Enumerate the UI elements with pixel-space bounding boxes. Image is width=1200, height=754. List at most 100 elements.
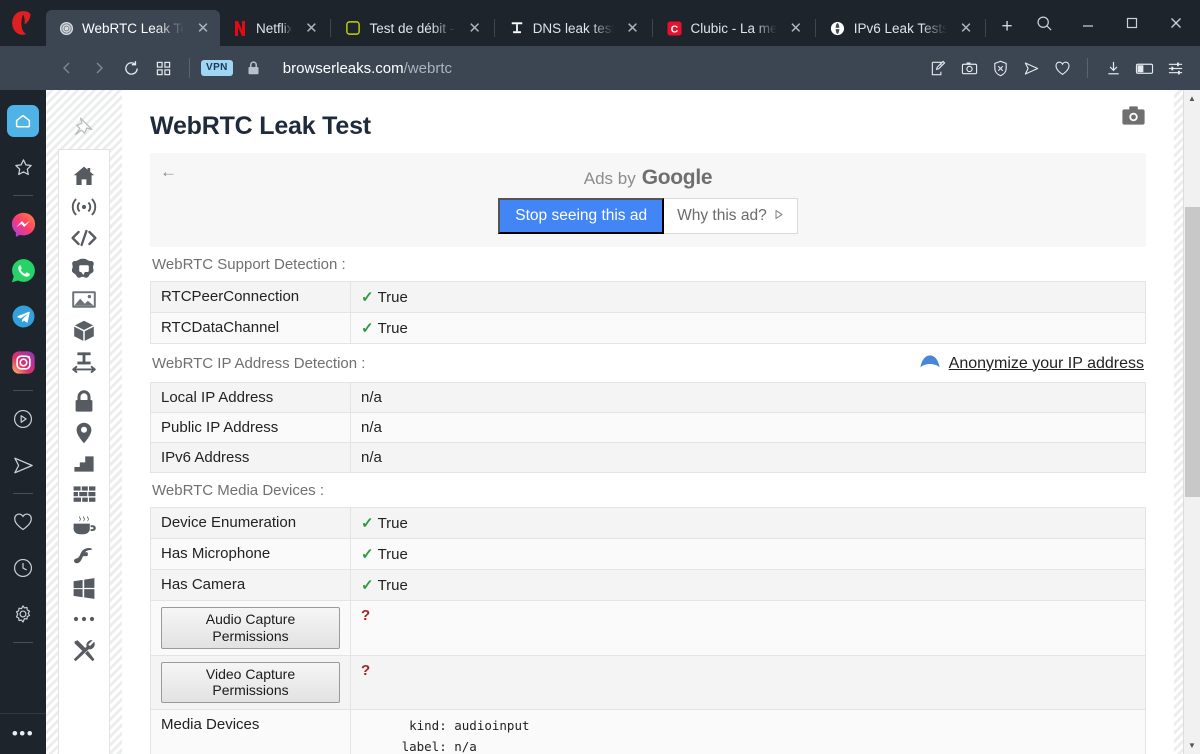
scrollbar-thumb[interactable] <box>1184 207 1200 497</box>
why-this-ad-button[interactable]: Why this ad? <box>664 198 798 234</box>
section-title: WebRTC IP Address Detection : <box>152 355 366 372</box>
back-arrow-icon[interactable] <box>52 53 82 83</box>
anonymize-ip-label: Anonymize your IP address <box>948 354 1144 372</box>
opera-sidebar: ••• <box>0 90 46 754</box>
site-nav-more[interactable] <box>64 603 104 634</box>
scroll-up-arrow[interactable]: ▲ <box>1184 90 1200 107</box>
row-key-cell: Video Capture Permissions <box>150 654 351 711</box>
tab-title: Netflix <box>256 20 293 36</box>
site-nav-flash[interactable] <box>64 541 104 572</box>
sidebar-panel-icon[interactable] <box>1129 54 1159 83</box>
browser-tab[interactable]: C Clubic - La meill ✕ <box>655 10 813 46</box>
sidebar-more-button[interactable]: ••• <box>12 722 34 744</box>
site-nav-java[interactable] <box>64 510 104 541</box>
video-capture-permissions-button[interactable]: Video Capture Permissions <box>161 661 340 704</box>
tab-title: Clubic - La meill <box>690 20 777 36</box>
row-value: ✓ True <box>350 569 1146 601</box>
site-nav-firewall[interactable] <box>64 479 104 510</box>
vpn-badge[interactable]: VPN <box>201 60 233 76</box>
browser-tab[interactable]: WebRTC Leak Te ✕ <box>46 10 221 46</box>
tab-title: DNS leak test <box>532 20 614 36</box>
anonymize-ip-link[interactable]: Anonymize your IP address <box>919 353 1144 374</box>
send-flow-icon[interactable] <box>1016 54 1046 83</box>
site-nav-webrtc[interactable] <box>64 191 104 222</box>
tab-close-button[interactable]: ✕ <box>464 17 486 39</box>
webrtc-ip-table: Local IP Address n/a Public IP Address n… <box>150 382 1146 473</box>
site-nav-windows[interactable] <box>64 572 104 603</box>
site-nav-canvas[interactable] <box>64 253 104 284</box>
media-devices-output: kind: audioinput label: n/a deviceId: n/… <box>401 718 530 754</box>
site-nav-javascript[interactable] <box>64 222 104 253</box>
browser-tab[interactable]: Test de débit - S ✕ <box>333 10 491 46</box>
scroll-down-arrow[interactable]: ▼ <box>1184 737 1200 754</box>
sidebar-item-messenger[interactable] <box>7 208 39 240</box>
site-nav-ssl[interactable] <box>64 386 104 417</box>
site-nav-content-filters[interactable] <box>64 448 104 479</box>
table-row: Has Camera ✓ True <box>150 569 1146 601</box>
reload-icon[interactable] <box>116 53 146 83</box>
pushpin-icon[interactable] <box>58 108 110 148</box>
site-nav-tools[interactable] <box>64 634 104 665</box>
sidebar-item-bookmarks[interactable] <box>7 506 39 538</box>
audio-capture-permissions-button[interactable]: Audio Capture Permissions <box>161 607 340 649</box>
camera-icon[interactable] <box>1121 105 1146 127</box>
tab-close-button[interactable]: ✕ <box>955 17 977 39</box>
address-bar: VPN browserleaks.com/webrtc <box>0 46 1200 90</box>
browser-body: ••• WebRTC Leak Test ← Ads by Google Sto… <box>0 90 1200 754</box>
tab-grid-icon[interactable] <box>148 53 178 83</box>
easy-setup-icon[interactable] <box>1160 54 1190 83</box>
download-icon[interactable] <box>1098 54 1128 83</box>
ad-back-arrow[interactable]: ← <box>160 163 177 180</box>
heart-icon[interactable] <box>1047 54 1077 83</box>
row-value: n/a <box>350 442 1146 473</box>
site-nav-fonts[interactable] <box>64 346 104 377</box>
tab-close-button[interactable]: ✕ <box>622 17 644 39</box>
row-value: ? <box>350 654 1146 711</box>
sidebar-item-whatsapp[interactable] <box>7 254 39 286</box>
row-key-cell: Audio Capture Permissions <box>150 600 351 656</box>
scrollbar-track[interactable] <box>1184 107 1200 737</box>
row-value: ✓ True <box>350 312 1146 344</box>
browser-tab[interactable]: IPv6 Leak Tests ✕ <box>818 10 983 46</box>
url-input[interactable]: browserleaks.com/webrtc <box>269 60 921 77</box>
padlock-icon[interactable] <box>241 55 267 81</box>
maximize-icon[interactable] <box>1110 3 1154 43</box>
sidebar-item-vpn[interactable] <box>7 449 39 481</box>
speedtest-icon <box>345 20 361 36</box>
table-row: IPv6 Address n/a <box>150 442 1146 473</box>
sidebar-item-settings[interactable] <box>7 598 39 630</box>
close-icon[interactable] <box>1154 3 1198 43</box>
sidebar-item-favorites[interactable] <box>7 151 39 183</box>
search-icon[interactable] <box>1022 3 1066 43</box>
ad-blocker-shield-icon[interactable] <box>985 54 1015 83</box>
site-nav-home[interactable] <box>64 160 104 191</box>
site-nav-geolocation[interactable] <box>64 417 104 448</box>
tab-title: IPv6 Leak Tests <box>853 20 947 36</box>
camera-icon[interactable] <box>954 54 984 83</box>
tab-close-button[interactable]: ✕ <box>785 17 807 39</box>
browser-tab[interactable]: Netflix ✕ <box>220 10 328 46</box>
tab-separator <box>493 19 495 37</box>
minimize-icon[interactable] <box>1066 3 1110 43</box>
snapshot-edit-icon[interactable] <box>923 54 953 83</box>
stop-seeing-this-ad-button[interactable]: Stop seeing this ad <box>498 198 665 234</box>
table-row: RTCDataChannel ✓ True <box>150 312 1146 344</box>
sidebar-item-instagram[interactable] <box>7 346 39 378</box>
forward-arrow-icon[interactable] <box>84 53 114 83</box>
sidebar-item-telegram[interactable] <box>7 300 39 332</box>
new-tab-button[interactable]: + <box>992 12 1022 42</box>
tab-title: Test de débit - S <box>369 20 455 36</box>
sidebar-item-player[interactable] <box>7 403 39 435</box>
page-scrollbar[interactable]: ▲ ▼ <box>1183 90 1200 754</box>
sidebar-item-home[interactable] <box>7 105 39 137</box>
check-icon: ✓ <box>361 546 374 563</box>
site-nav-webgl[interactable] <box>64 284 104 315</box>
sidebar-item-history[interactable] <box>7 552 39 584</box>
play-triangle-icon <box>774 207 784 224</box>
tab-close-button[interactable]: ✕ <box>192 17 214 39</box>
ads-by-prefix: Ads by <box>583 169 636 189</box>
site-nav-3d[interactable] <box>64 315 104 346</box>
tab-close-button[interactable]: ✕ <box>300 17 322 39</box>
opera-logo-icon[interactable] <box>0 0 46 46</box>
browser-tab[interactable]: DNS leak test ✕ <box>497 10 650 46</box>
